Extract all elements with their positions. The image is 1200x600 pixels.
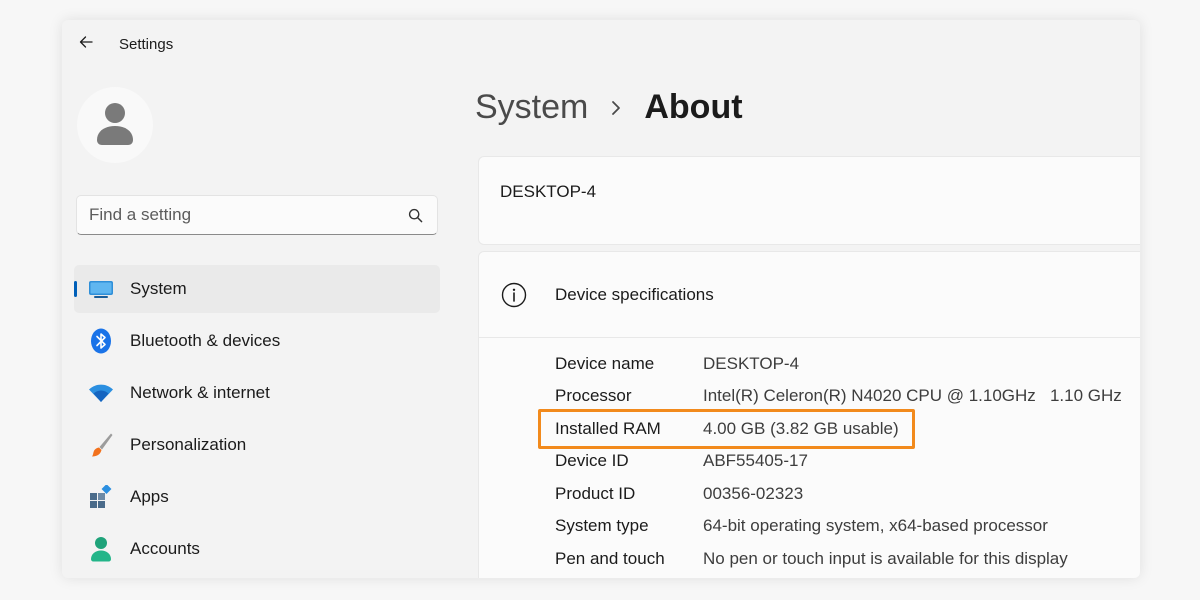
- page-title: About: [644, 88, 743, 126]
- search-input[interactable]: Find a setting: [89, 205, 405, 225]
- app-title: Settings: [119, 36, 174, 53]
- sidebar-item-accounts[interactable]: Accounts: [74, 525, 440, 573]
- spec-label: Installed RAM: [555, 419, 661, 438]
- device-name-heading: DESKTOP-4: [500, 182, 597, 201]
- info-icon: [501, 282, 527, 308]
- spec-label: System type: [555, 516, 649, 535]
- spec-row-installed-ram: Installed RAM 4.00 GB (3.82 GB usable): [479, 414, 1140, 444]
- device-specifications-card: Device specifications Device name DESKTO…: [478, 251, 1140, 578]
- spec-label: Device ID: [555, 451, 629, 470]
- breadcrumb: System About: [475, 88, 743, 127]
- spec-value: Intel(R) Celeron(R) N4020 CPU @ 1.10GHz …: [703, 386, 1122, 405]
- sidebar-item-network[interactable]: Network & internet: [74, 369, 440, 417]
- bluetooth-icon: [88, 328, 114, 354]
- arrow-left-icon: [78, 34, 94, 55]
- spec-label: Pen and touch: [555, 549, 665, 568]
- sidebar-item-label: Apps: [130, 487, 169, 506]
- spec-value: No pen or touch input is available for t…: [703, 549, 1068, 568]
- sidebar-item-label: System: [130, 279, 187, 298]
- device-name-card: DESKTOP-4: [478, 156, 1140, 245]
- paintbrush-icon: [88, 432, 114, 458]
- apps-icon: [88, 484, 114, 510]
- spec-row-processor: Processor Intel(R) Celeron(R) N4020 CPU …: [479, 381, 1140, 411]
- sidebar-item-label: Bluetooth & devices: [130, 331, 281, 350]
- search-icon[interactable]: [405, 205, 425, 225]
- spec-value: 00356-02323: [703, 484, 804, 503]
- spec-value: 4.00 GB (3.82 GB usable): [703, 419, 899, 438]
- device-specifications-header[interactable]: Device specifications: [479, 252, 1140, 338]
- search-box[interactable]: Find a setting: [76, 195, 438, 235]
- avatar[interactable]: [77, 87, 153, 163]
- spec-label: Device name: [555, 354, 655, 373]
- breadcrumb-parent[interactable]: System: [475, 88, 588, 127]
- sidebar-item-label: Network & internet: [130, 383, 270, 402]
- monitor-icon: [88, 276, 114, 302]
- user-icon: [94, 100, 136, 151]
- sidebar-item-system[interactable]: System: [74, 265, 440, 313]
- sidebar-nav: System Bluetooth & devices Network & int…: [74, 265, 440, 577]
- spec-row-system-type: System type 64-bit operating system, x64…: [479, 511, 1140, 541]
- wifi-icon: [88, 380, 114, 406]
- specs-title: Device specifications: [555, 284, 714, 304]
- sidebar-item-label: Accounts: [130, 539, 200, 558]
- spec-row-product-id: Product ID 00356-02323: [479, 479, 1140, 509]
- spec-label: Processor: [555, 386, 632, 405]
- spec-value: 64-bit operating system, x64-based proce…: [703, 516, 1048, 535]
- person-icon: [88, 536, 114, 562]
- sidebar-item-personalization[interactable]: Personalization: [74, 421, 440, 469]
- chevron-right-icon: [610, 100, 622, 116]
- sidebar-item-apps[interactable]: Apps: [74, 473, 440, 521]
- title-bar: Settings: [62, 20, 1140, 68]
- settings-window: Settings Find a setting System Bluetooth…: [62, 20, 1140, 578]
- sidebar-item-label: Personalization: [130, 435, 247, 454]
- spec-row-device-id: Device ID ABF55405-17: [479, 446, 1140, 476]
- spec-value: DESKTOP-4: [703, 354, 800, 373]
- spec-row-device-name: Device name DESKTOP-4: [479, 349, 1140, 379]
- spec-label: Product ID: [555, 484, 636, 503]
- sidebar-item-bluetooth[interactable]: Bluetooth & devices: [74, 317, 440, 365]
- spec-value: ABF55405-17: [703, 451, 808, 470]
- spec-row-pen-and-touch: Pen and touch No pen or touch input is a…: [479, 544, 1140, 574]
- back-button[interactable]: [74, 32, 98, 56]
